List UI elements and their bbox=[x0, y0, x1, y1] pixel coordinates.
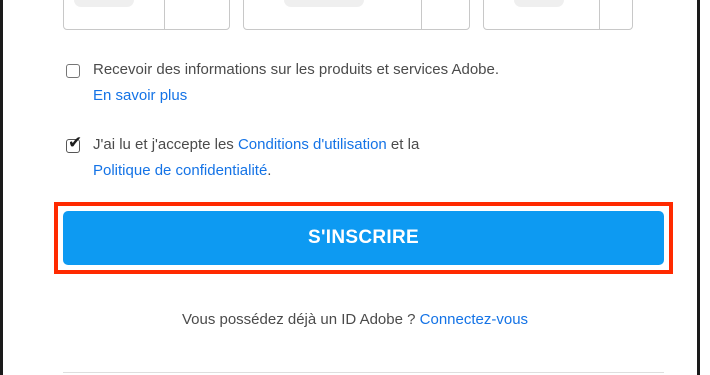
terms-text-after: . bbox=[267, 162, 272, 179]
terms-label: J'ai lu et j'accepte les Conditions d'ut… bbox=[93, 134, 419, 156]
birth-year-select[interactable] bbox=[483, 0, 633, 30]
birth-day-select[interactable] bbox=[63, 0, 230, 30]
select-divider bbox=[599, 0, 600, 29]
privacy-policy-link[interactable]: Politique de confidentialité bbox=[93, 162, 267, 179]
checkmark-icon: ✔ bbox=[68, 133, 83, 153]
divider bbox=[63, 372, 664, 373]
birth-month-select[interactable] bbox=[243, 0, 470, 30]
signin-link[interactable]: Connectez-vous bbox=[420, 311, 528, 328]
select-divider bbox=[164, 0, 165, 29]
select-value bbox=[284, 0, 364, 7]
select-divider bbox=[421, 0, 422, 29]
select-value bbox=[74, 0, 134, 7]
terms-text-before: J'ai lu et j'accepte les bbox=[93, 136, 238, 153]
signup-button[interactable]: S'INSCRIRE bbox=[63, 211, 664, 265]
select-value bbox=[514, 0, 564, 7]
terms-of-use-link[interactable]: Conditions d'utilisation bbox=[238, 136, 387, 153]
signin-prompt-text: Vous possédez déjà un ID Adobe ? bbox=[181, 311, 420, 328]
newsletter-label: Recevoir des informations sur les produi… bbox=[93, 61, 500, 78]
terms-checkbox[interactable]: ✔ bbox=[66, 135, 82, 153]
newsletter-checkbox[interactable] bbox=[66, 64, 80, 78]
privacy-line: Politique de confidentialité. bbox=[93, 160, 271, 182]
signin-prompt: Vous possédez déjà un ID Adobe ? Connect… bbox=[0, 309, 710, 331]
learn-more-link[interactable]: En savoir plus bbox=[93, 85, 187, 107]
terms-text-middle: et la bbox=[386, 136, 420, 153]
signup-form: Recevoir des informations sur les produi… bbox=[0, 0, 710, 375]
